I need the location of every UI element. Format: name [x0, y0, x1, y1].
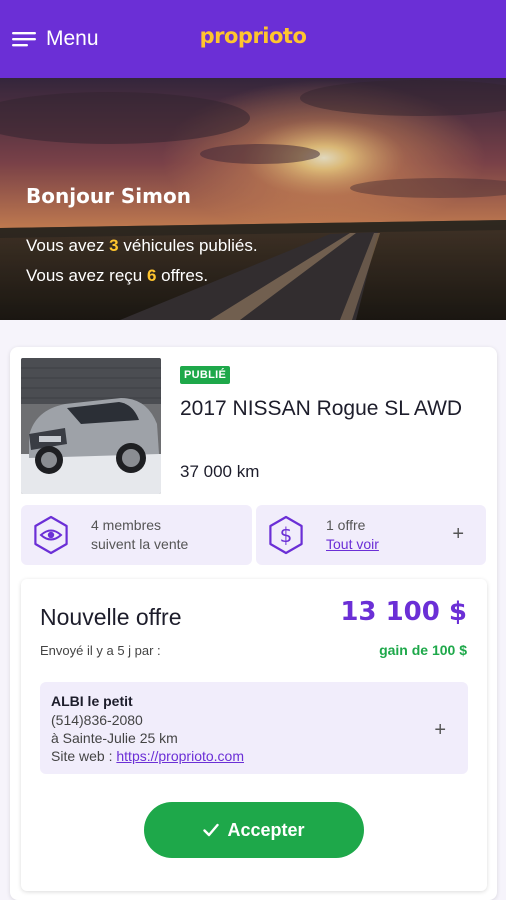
vehicles-count: 3: [109, 236, 119, 255]
followers-stat: 4 membres suivent la vente: [21, 505, 252, 565]
website-label: Site web :: [51, 748, 117, 764]
car-image: [21, 358, 161, 494]
published-vehicles-text: Vous avez 3 véhicules publiés.: [26, 236, 258, 256]
new-offer-card: Nouvelle offre 13 100 $ Envoyé il y a 5 …: [21, 579, 487, 891]
offers-total: 1 offre: [326, 517, 366, 533]
greeting-heading: Bonjour Simon: [26, 184, 191, 208]
received-suffix: offres.: [156, 266, 209, 285]
svg-text:$: $: [280, 523, 293, 547]
vehicle-mileage: 37 000 km: [180, 462, 260, 481]
offer-gain: gain de 100 $: [379, 642, 467, 658]
published-prefix: Vous avez: [26, 236, 110, 255]
accept-label: Accepter: [227, 819, 305, 840]
offer-sent-info: Envoyé il y a 5 j par :: [40, 643, 161, 658]
published-suffix: véhicules publiés.: [118, 236, 258, 255]
website-link[interactable]: https://proprioto.com: [116, 748, 244, 764]
see-all-offers-link[interactable]: Tout voir: [326, 535, 379, 554]
hero-banner: Bonjour Simon Vous avez 3 véhicules publ…: [0, 78, 506, 320]
check-icon: [203, 823, 220, 837]
offers-stat: $ 1 offre Tout voir +: [256, 505, 486, 565]
offer-title: Nouvelle offre: [40, 604, 182, 630]
offers-expand-button[interactable]: +: [452, 524, 464, 544]
app-logo[interactable]: proprioto: [0, 24, 506, 48]
buyer-name: ALBI le petit: [51, 693, 133, 709]
buyer-info-box: ALBI le petit (514)836-2080 à Sainte-Jul…: [40, 682, 468, 774]
offers-text: 1 offre Tout voir: [326, 516, 379, 554]
buyer-phone: (514)836-2080: [51, 712, 143, 728]
vehicle-photo[interactable]: [21, 358, 161, 494]
buyer-expand-button[interactable]: +: [434, 720, 446, 740]
buyer-website: Site web : https://proprioto.com: [51, 748, 244, 764]
accept-button[interactable]: Accepter: [144, 802, 364, 858]
top-app-bar: Menu proprioto: [0, 0, 506, 78]
vehicle-card: PUBLIÉ 2017 NISSAN Rogue SL AWD 37 000 k…: [10, 347, 497, 900]
vehicle-title: 2017 NISSAN Rogue SL AWD: [180, 397, 463, 420]
eye-icon: [34, 515, 68, 555]
offer-price: 13 100 $: [340, 597, 467, 627]
followers-caption: suivent la vente: [91, 536, 189, 552]
received-offers-text: Vous avez reçu 6 offres.: [26, 266, 208, 286]
dollar-icon: $: [269, 515, 303, 555]
received-prefix: Vous avez reçu: [26, 266, 147, 285]
followers-text: 4 membres suivent la vente: [91, 516, 188, 554]
followers-count: 4 membres: [91, 517, 162, 533]
status-badge: PUBLIÉ: [180, 366, 231, 384]
buyer-location: à Sainte-Julie 25 km: [51, 730, 178, 746]
